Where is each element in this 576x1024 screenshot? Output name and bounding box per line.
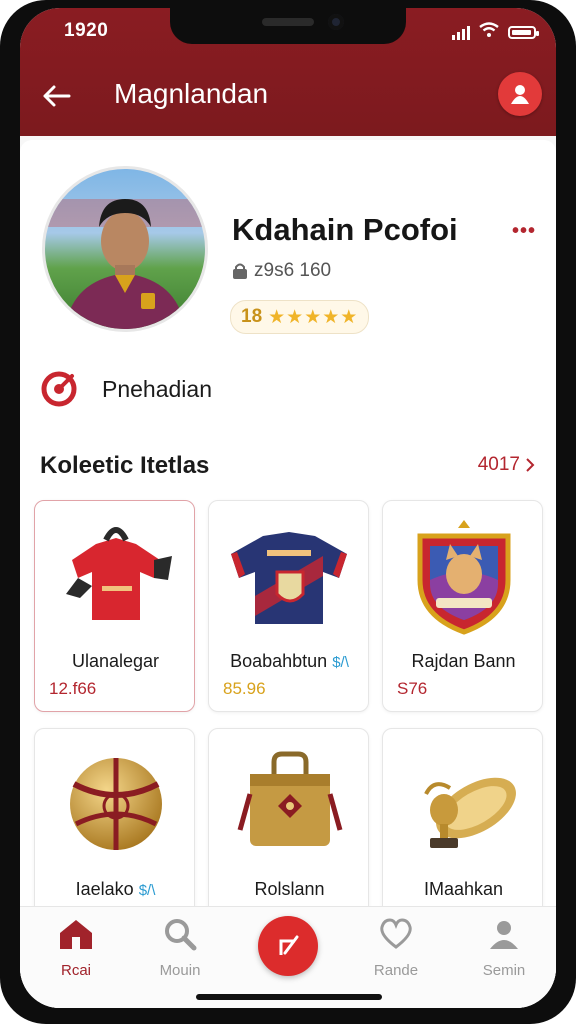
home-icon — [60, 920, 92, 949]
wifi-icon — [479, 22, 499, 43]
signal-icon — [452, 25, 470, 40]
item-name: IMaahkan — [423, 879, 504, 899]
arrow-left-icon — [43, 85, 71, 107]
item-name: Rolslann — [254, 879, 325, 899]
red-jersey-icon — [65, 527, 172, 620]
item-name: Ulanalegar — [71, 651, 160, 671]
collection-title: Koleetic Itetlas — [40, 452, 210, 479]
profile-icon — [490, 921, 518, 949]
more-options-button[interactable]: ••• — [512, 220, 536, 243]
edit-fab-button[interactable] — [258, 916, 318, 976]
target-icon — [41, 371, 77, 407]
nav-favorites[interactable]: Rande — [356, 917, 436, 979]
star-icons: ★★★★★ — [268, 306, 359, 328]
nav-search[interactable]: Mouin — [140, 917, 220, 979]
screen: 1920 Magnlandan Kdahain Pcofoi ••• z9s6 … — [20, 8, 556, 1008]
page-title: Magnlandan — [114, 78, 269, 109]
golden-bag-icon — [237, 751, 342, 846]
profile-id-text: z9s6 160 — [254, 260, 332, 281]
phone-frame: 1920 Magnlandan Kdahain Pcofoi ••• z9s6 … — [0, 0, 576, 1024]
user-icon — [511, 85, 529, 104]
rating-value: 18 — [241, 306, 263, 327]
prediction-row[interactable]: Pnehadian — [40, 370, 212, 408]
see-all-count: 4017 — [477, 454, 520, 475]
edit-icon — [279, 935, 299, 955]
navy-jersey-icon — [230, 532, 347, 624]
notch — [170, 8, 406, 44]
profile-id: z9s6 160 — [232, 260, 331, 282]
profile-name: Kdahain Pcofoi — [232, 212, 458, 247]
crest-badge-icon — [417, 520, 510, 635]
collection-item[interactable]: Boabahbtun $/\ 85.96 — [208, 500, 369, 712]
item-price: S76 — [397, 679, 428, 698]
status-icons — [452, 22, 539, 43]
rating-badge: 18 ★★★★★ — [230, 300, 370, 334]
see-all-link[interactable]: 4017 — [478, 454, 536, 476]
back-button[interactable] — [38, 78, 74, 114]
item-price: 12.f66 — [49, 679, 97, 698]
nav-profile[interactable]: Semin — [464, 917, 544, 979]
item-name: Iaelako — [75, 879, 134, 899]
player-photo — [45, 199, 205, 329]
search-icon — [165, 919, 197, 951]
golden-trophy-icon — [423, 777, 516, 848]
user-button[interactable] — [498, 72, 542, 116]
nav-home[interactable]: Rcai — [36, 917, 116, 979]
golden-ball-icon — [69, 758, 162, 850]
home-indicator — [196, 994, 382, 1000]
status-time: 1920 — [64, 20, 109, 41]
collection-item[interactable]: Rajdan Bann S76 — [382, 500, 543, 712]
prediction-label: Pnehadian — [102, 375, 212, 402]
avatar[interactable] — [42, 166, 208, 332]
item-price: 85.96 — [223, 679, 266, 698]
id-icon — [233, 263, 247, 279]
item-name: Rajdan Bann — [411, 651, 516, 671]
chevron-right-icon — [526, 458, 535, 472]
heart-icon — [380, 918, 412, 949]
item-name: Boabahbtun — [230, 651, 328, 671]
battery-icon — [508, 26, 539, 39]
collection-item[interactable]: Ulanalegar 12.f66 — [34, 500, 195, 712]
